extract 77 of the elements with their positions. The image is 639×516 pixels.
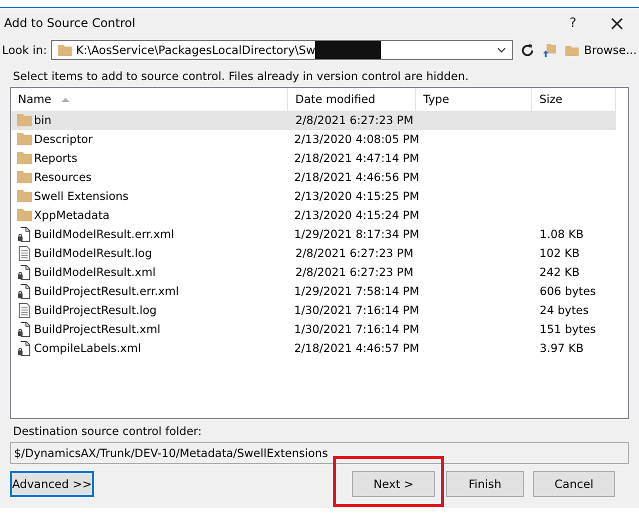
date-modified: 2/13/2020 4:08:05 PM (294, 133, 420, 146)
file-name: BuildModelResult.xml (34, 266, 156, 279)
text-file-icon (17, 303, 32, 318)
window-title: Add to Source Control (4, 16, 136, 30)
date-modified: 2/8/2021 6:27:23 PM (295, 114, 414, 127)
close-button[interactable]: × (595, 9, 639, 37)
date-modified: 2/13/2020 4:15:24 PM (294, 209, 420, 222)
file-row[interactable]: BuildProjectResult.err.xml 1/29/2021 7:58:14 PM 606 bytes (11, 282, 616, 301)
browse-button[interactable]: Browse... (562, 43, 639, 57)
xml-file-icon (17, 227, 32, 242)
folder-icon (58, 44, 72, 56)
file-size: 242 KB (539, 266, 580, 279)
folder-icon (564, 44, 579, 56)
file-name: BuildProjectResult.log (34, 304, 157, 317)
file-size: 3.97 KB (540, 342, 584, 355)
xml-file-icon (17, 265, 32, 280)
finish-button[interactable]: Finish (446, 471, 524, 497)
file-size: 151 bytes (540, 323, 596, 336)
date-modified: 1/29/2021 7:58:14 PM (294, 285, 420, 298)
file-name: Reports (34, 152, 78, 165)
help-button[interactable]: ? (551, 9, 595, 37)
file-row[interactable]: bin 2/8/2021 6:27:23 PM (11, 111, 616, 130)
date-modified: 2/18/2021 4:47:14 PM (294, 152, 420, 165)
folder-icon (17, 170, 32, 185)
refresh-icon[interactable] (520, 42, 535, 58)
file-row[interactable]: BuildModelResult.xml 2/8/2021 6:27:23 PM 242 KB (11, 263, 616, 282)
file-row[interactable]: Resources 2/18/2021 4:46:56 PM (11, 168, 616, 187)
date-modified: 1/30/2021 7:16:14 PM (294, 304, 420, 317)
file-name: XppMetadata (34, 209, 110, 222)
date-modified: 2/18/2021 4:46:56 PM (294, 171, 420, 184)
date-modified: 2/8/2021 6:27:23 PM (295, 266, 414, 279)
destination-field[interactable]: $/DynamicsAX/Trunk/DEV-10/Metadata/SwellExtensions (10, 442, 629, 464)
date-modified: 2/13/2020 4:15:25 PM (294, 190, 420, 203)
folder-icon (17, 132, 32, 147)
file-row[interactable]: BuildProjectResult.xml 1/30/2021 7:16:14 PM 151 bytes (11, 320, 616, 339)
file-row[interactable]: BuildModelResult.log 2/8/2021 6:27:23 PM 102 KB (11, 244, 616, 263)
caret-icon (496, 47, 506, 53)
file-size: 102 KB (539, 247, 580, 260)
xml-file-icon (17, 322, 32, 337)
text-file-icon (17, 246, 32, 261)
folder-icon (17, 151, 32, 166)
folder-icon (17, 208, 32, 223)
file-name: Swell Extensions (34, 190, 129, 203)
file-row[interactable]: BuildModelResult.err.xml 1/29/2021 8:17:34 PM 1.08 KB (11, 225, 616, 244)
file-size: 606 bytes (540, 285, 596, 298)
date-modified: 2/8/2021 6:27:23 PM (295, 247, 414, 260)
look-in-label: Look in: (2, 43, 47, 57)
file-row[interactable]: Descriptor 2/13/2020 4:08:05 PM (11, 130, 616, 149)
file-row[interactable]: Reports 2/18/2021 4:47:14 PM (11, 149, 616, 168)
destination-label: Destination source control folder: (12, 424, 203, 439)
date-modified: 2/18/2021 4:46:57 PM (294, 342, 420, 355)
path-dropdown[interactable]: K:\AosService\PackagesLocalDirectory\Sw (50, 40, 513, 60)
file-name: BuildModelResult.log (34, 247, 152, 260)
xml-file-icon (17, 284, 32, 299)
file-name: BuildProjectResult.xml (34, 323, 160, 336)
file-row[interactable]: XppMetadata 2/13/2020 4:15:24 PM (11, 206, 616, 225)
folder-icon (17, 113, 32, 128)
file-row[interactable]: CompileLabels.xml 2/18/2021 4:46:57 PM 3.97 KB (11, 339, 616, 358)
date-modified: 1/30/2021 7:16:14 PM (294, 323, 420, 336)
file-name: bin (34, 114, 52, 127)
file-row[interactable]: Swell Extensions 2/13/2020 4:15:25 PM (11, 187, 616, 206)
cancel-button[interactable]: Cancel (533, 471, 615, 497)
file-name: Descriptor (34, 133, 93, 146)
next-button[interactable]: Next > (352, 471, 435, 497)
folder-icon (17, 189, 32, 204)
file-name: CompileLabels.xml (34, 342, 141, 355)
file-size: 1.08 KB (540, 228, 584, 241)
file-name: BuildProjectResult.err.xml (34, 285, 179, 298)
file-name: Resources (34, 171, 92, 184)
file-size: 24 bytes (540, 304, 589, 317)
date-modified: 1/29/2021 8:17:34 PM (294, 228, 420, 241)
advanced-button[interactable]: Advanced >> (10, 471, 94, 497)
file-name: BuildModelResult.err.xml (34, 228, 174, 241)
instruction-text: Select items to add to source control. Files already in version control are hidden. (12, 69, 470, 85)
xml-file-icon (17, 341, 32, 356)
folder-up-icon[interactable] (542, 42, 557, 58)
file-row[interactable]: BuildProjectResult.log 1/30/2021 7:16:14 PM 24 bytes (11, 301, 616, 320)
